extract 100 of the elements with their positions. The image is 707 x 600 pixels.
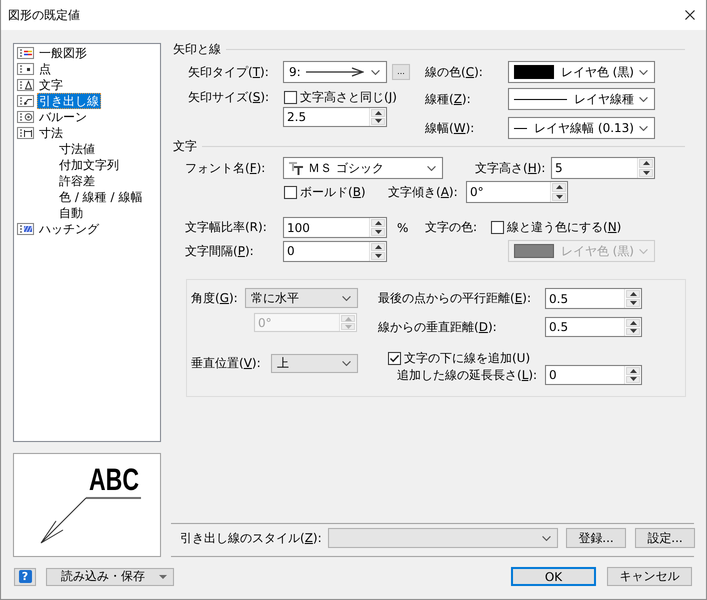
up-triangle-icon [374,221,382,225]
tree-item[interactable]: 寸法 [37,125,65,141]
color-swatch-icon [514,65,554,79]
dropdown[interactable]: 9: [283,61,387,83]
tree-item[interactable]: 許容差 [57,173,97,189]
field-label: 線種(Z): [425,90,471,108]
field-label: 矢印タイプ(T): [188,64,269,80]
tree-item[interactable]: 付加文字列 [57,157,121,173]
tree-item[interactable]: 色 / 線種 / 線幅 [57,189,144,205]
colored-lines-icon [17,47,34,59]
dropdown[interactable]: 上 [271,354,358,373]
up-triangle-icon [630,320,636,325]
field-label: 線からの垂直距離(D): [378,318,497,336]
field-label: フォント名(F): [185,160,266,176]
field-label: 文字傾き(A): [388,184,458,200]
more-button[interactable]: ... [392,64,410,80]
dialog-button[interactable]: キャンセル [607,567,692,586]
field-label: 文字幅比率(R): [185,219,267,236]
spin-down-button[interactable] [371,118,385,125]
register-button[interactable]: 登録... [566,528,626,548]
down-triangle-icon [374,254,382,258]
number-field[interactable]: 100 [283,217,387,238]
down-triangle-icon [630,301,636,305]
spin-down-button[interactable] [626,299,640,307]
window-title: 図形の既定値 [8,6,80,24]
up-triangle-icon [344,316,352,320]
checkbox-label: 文字の下に線を追加(U) [404,350,530,366]
up-triangle-icon [374,244,382,248]
section-heading: 矢印と線 [173,40,221,58]
number-field[interactable]: 0.5 [545,288,642,309]
unit-label: % [397,220,408,234]
dropdown[interactable]: ＭＳ ゴシック [283,157,443,179]
field-label: 引き出し線のスタイル(Z): [180,530,322,546]
field-label: 線の色(C): [425,64,483,80]
chevron-down-icon [639,248,648,254]
field-label: 文字高さ(H): [475,160,546,176]
checkbox[interactable] [284,186,297,198]
spin-down-button[interactable] [552,192,566,201]
tree-item[interactable]: ハッチング [37,221,101,237]
number-field[interactable]: 2.5 [283,107,387,127]
down-triangle-icon [630,377,636,382]
spin-up-button[interactable] [626,319,640,326]
down-triangle-icon [374,230,382,234]
tree-item[interactable]: 点 [37,61,53,77]
ring-icon [17,111,34,123]
spin-up-button[interactable] [552,183,566,192]
close-icon[interactable] [685,10,695,20]
font-icon [289,162,303,174]
down-triangle-icon [344,324,352,328]
tree-item[interactable]: 自動 [57,205,85,221]
spin-down-button[interactable] [371,252,385,260]
dialog-button[interactable]: OK [511,567,596,586]
checkbox[interactable] [284,91,297,104]
spin-down-button[interactable] [626,328,640,335]
spin-down-button[interactable] [626,376,640,383]
up-triangle-icon [556,185,562,190]
field-label: 線幅(W): [425,120,474,136]
spin-down-button[interactable] [371,228,385,236]
spin-up-button[interactable] [371,219,385,227]
spin-down-button[interactable] [639,168,653,177]
checkbox[interactable] [491,221,504,234]
spin-up-button[interactable] [626,367,640,374]
number-field[interactable]: 0° [466,181,568,203]
caret-icon [159,574,167,578]
dropdown[interactable]: レイヤ線幅 (0.13) [508,117,655,139]
load-save-button[interactable]: 読み込み・保存 [46,568,174,586]
tree-item[interactable]: 寸法値 [57,141,97,157]
chevron-down-icon [371,70,380,74]
spin-up-button[interactable] [371,109,385,116]
field-label: 矢印サイズ(S): [188,89,270,106]
checkbox[interactable] [388,352,401,364]
section-heading: 文字 [173,138,197,154]
tree-item[interactable]: 引き出し線 [37,93,101,109]
down-triangle-icon [630,329,636,334]
up-triangle-icon [374,110,382,115]
down-triangle-icon [374,119,382,124]
field-label: 垂直位置(V): [191,355,261,372]
preview-text: ABC [89,462,156,497]
number-field[interactable]: 0.5 [545,317,642,337]
settings-button[interactable]: 設定... [635,528,695,548]
chevron-down-icon [542,536,551,540]
checkbox-label: 線と違う色にする(N) [507,219,622,236]
line-sample-icon [514,98,567,100]
number-field[interactable]: 0 [283,240,387,262]
number-field[interactable]: 0 [545,365,642,385]
help-button[interactable]: ? [14,568,36,586]
up-triangle-icon [642,161,650,166]
leader-arrow [40,498,86,544]
tree-item[interactable]: バルーン [37,109,89,125]
dropdown[interactable]: 常に水平 [245,288,358,308]
spin-up-button[interactable] [639,159,653,168]
dropdown[interactable]: レイヤ線種 [508,88,655,110]
number-field[interactable]: 5 [551,157,655,179]
text-underline [86,497,141,499]
dropdown[interactable]: レイヤ色 (黒) [508,61,655,83]
spin-up-button[interactable] [371,242,385,250]
spin-up-button[interactable] [626,290,640,298]
down-triangle-icon [642,170,650,175]
tree-item[interactable]: 文字 [37,77,65,93]
tree-item[interactable]: 一般図形 [37,45,89,61]
